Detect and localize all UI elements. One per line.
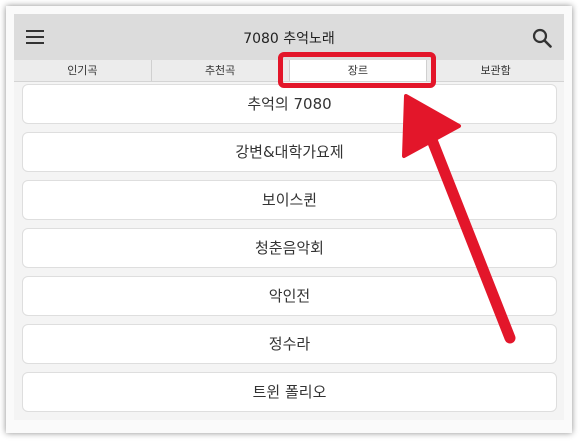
genre-item[interactable]: 청춘음악회 xyxy=(22,228,557,268)
search-icon[interactable] xyxy=(532,28,552,48)
genre-item[interactable]: 정수라 xyxy=(22,324,557,364)
app-title: 7080 추억노래 xyxy=(243,31,335,47)
app-screen: 7080 추억노래 인기곡 추천곡 장르 보관함 추억의 7080 강변&대학가… xyxy=(14,14,564,420)
tab-popular[interactable]: 인기곡 xyxy=(14,60,152,81)
tab-recommended[interactable]: 추천곡 xyxy=(152,60,290,81)
genre-item[interactable]: 보이스퀸 xyxy=(22,180,557,220)
genre-item[interactable]: 악인전 xyxy=(22,276,557,316)
tab-genre[interactable]: 장르 xyxy=(289,60,428,81)
genre-item[interactable]: 트윈 폴리오 xyxy=(22,372,557,412)
genre-item[interactable]: 강변&대학가요제 xyxy=(22,132,557,172)
genre-list: 추억의 7080 강변&대학가요제 보이스퀸 청춘음악회 악인전 정수라 트윈 … xyxy=(14,82,564,420)
genre-item[interactable]: 추억의 7080 xyxy=(22,84,557,124)
app-bar: 7080 추억노래 xyxy=(14,14,564,60)
tab-bar: 인기곡 추천곡 장르 보관함 xyxy=(14,60,564,82)
tab-library[interactable]: 보관함 xyxy=(427,60,564,81)
